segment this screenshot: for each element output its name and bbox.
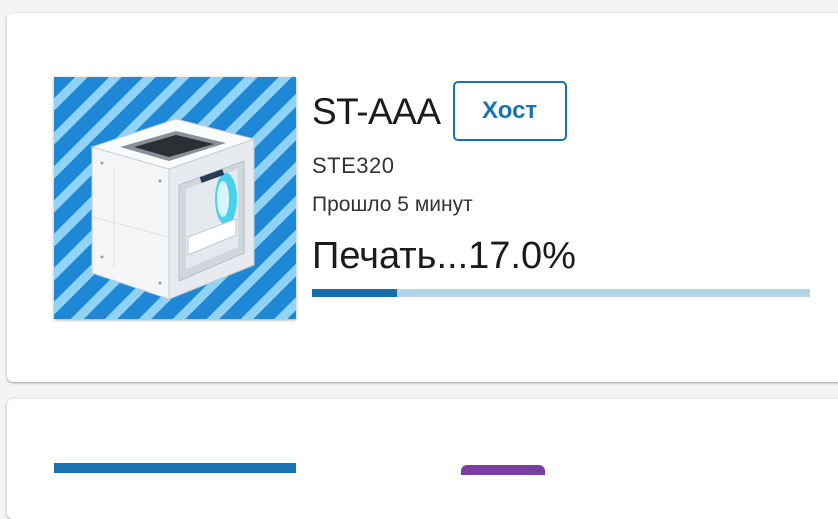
host-button[interactable]: Хост bbox=[452, 81, 567, 141]
elapsed-time: Прошло 5 минут bbox=[312, 193, 473, 216]
printer-image bbox=[54, 77, 296, 319]
progress-bar bbox=[312, 289, 810, 297]
3d-printer-icon bbox=[90, 118, 256, 300]
host-button[interactable] bbox=[461, 465, 545, 475]
printer-model: STE320 bbox=[312, 153, 395, 178]
print-status: Печать...17.0% bbox=[312, 235, 576, 277]
printer-card[interactable]: ST-AAA Хост STE320 Прошло 5 минут Печать… bbox=[7, 13, 838, 382]
printer-image bbox=[54, 463, 296, 473]
title-row: ST-AAA Хост bbox=[312, 81, 567, 141]
progress-fill bbox=[312, 289, 397, 297]
printer-name: ST-AAA bbox=[312, 90, 441, 132]
printer-card-2[interactable] bbox=[7, 399, 838, 519]
